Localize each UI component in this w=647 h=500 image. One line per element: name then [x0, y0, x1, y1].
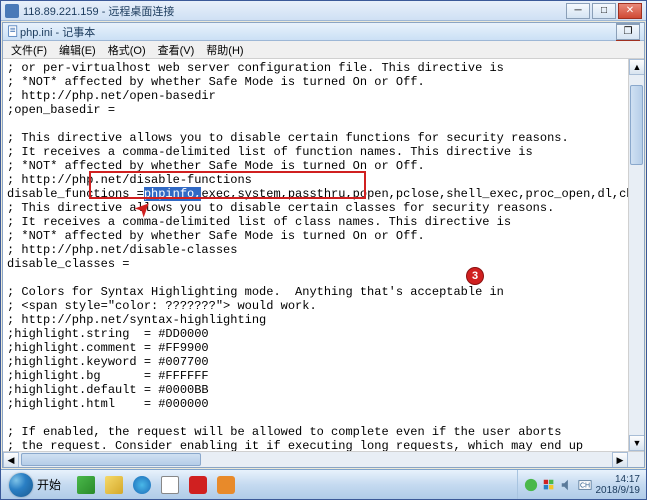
editor-text-after-box: exec,proc_open,dl,chmod,escapeshellarg,e…	[489, 187, 628, 201]
rdp-icon	[5, 4, 19, 18]
notepad-titlebar: php.ini - 记事本 ─ ❐ ✕	[3, 23, 644, 41]
scroll-thumb-v[interactable]	[630, 85, 643, 165]
menu-format[interactable]: 格式(O)	[102, 40, 152, 60]
minimize-button[interactable]: ─	[566, 3, 590, 19]
start-orb-icon	[9, 473, 33, 497]
quicklaunch-wps[interactable]	[185, 473, 211, 497]
editor-text-bottom: ; This directive allows you to disable c…	[7, 201, 598, 451]
scroll-corner	[628, 452, 644, 467]
quicklaunch-app1[interactable]	[157, 473, 183, 497]
close-button[interactable]: ✕	[618, 3, 642, 19]
menu-view[interactable]: 查看(V)	[152, 40, 201, 60]
menubar: 文件(F) 编辑(E) 格式(O) 查看(V) 帮助(H)	[3, 41, 644, 59]
folder-icon	[105, 476, 123, 494]
tray-ime-icon[interactable]: CH	[578, 478, 592, 492]
scroll-up-arrow[interactable]: ▲	[629, 59, 644, 75]
selected-text: phpinfo,	[144, 187, 202, 201]
tray-volume-icon[interactable]	[560, 478, 574, 492]
tray-clock[interactable]: 14:17 2018/9/19	[596, 474, 641, 496]
tray-pcmgr-icon[interactable]	[524, 478, 538, 492]
start-button[interactable]: 开始	[1, 470, 69, 500]
quicklaunch-ie[interactable]	[129, 473, 155, 497]
editor-text-top: ; or per-virtualhost web server configur…	[7, 61, 569, 201]
horizontal-scrollbar[interactable]: ◀ ▶	[3, 451, 644, 467]
system-tray: CH 14:17 2018/9/19	[517, 470, 647, 499]
menu-edit[interactable]: 编辑(E)	[53, 40, 102, 60]
scroll-left-arrow[interactable]: ◀	[3, 452, 19, 468]
app1-icon	[161, 476, 179, 494]
menu-file[interactable]: 文件(F)	[5, 40, 53, 60]
editor-textarea[interactable]: ; or per-virtualhost web server configur…	[3, 59, 628, 451]
scroll-thumb-h[interactable]	[21, 453, 201, 466]
wps-icon	[189, 476, 207, 494]
quicklaunch-explorer[interactable]	[101, 473, 127, 497]
ie-icon	[133, 476, 151, 494]
clock-date: 2018/9/19	[596, 485, 641, 496]
annotation-badge: 3	[466, 267, 484, 285]
rdp-titlebar: 118.89.221.159 - 远程桌面连接 ─ □ ✕	[1, 1, 646, 21]
clock-time: 14:17	[596, 474, 641, 485]
start-label: 开始	[37, 476, 61, 493]
pcmgr-icon	[77, 476, 95, 494]
scroll-right-arrow[interactable]: ▶	[612, 452, 628, 468]
notepad-title: php.ini - 记事本	[20, 24, 616, 40]
app2-icon	[217, 476, 235, 494]
editor-text-after-sel: exec,system,passthru,popen,pclose,shell_	[201, 187, 489, 201]
maximize-button[interactable]: □	[592, 3, 616, 19]
quicklaunch-pcmgr[interactable]	[73, 473, 99, 497]
notepad-icon	[7, 25, 20, 38]
taskbar: 开始 CH 14:17 2018/9/19	[1, 469, 646, 499]
tray-flag-icon[interactable]	[542, 478, 556, 492]
menu-help[interactable]: 帮助(H)	[200, 40, 249, 60]
rdp-title: 118.89.221.159 - 远程桌面连接	[23, 3, 566, 19]
quicklaunch-app2[interactable]	[213, 473, 239, 497]
notepad-maximize-button[interactable]: ❐	[616, 24, 640, 40]
vertical-scrollbar[interactable]: ▲ ▼	[628, 59, 644, 451]
svg-text:CH: CH	[579, 482, 589, 489]
scroll-down-arrow[interactable]: ▼	[629, 435, 644, 451]
